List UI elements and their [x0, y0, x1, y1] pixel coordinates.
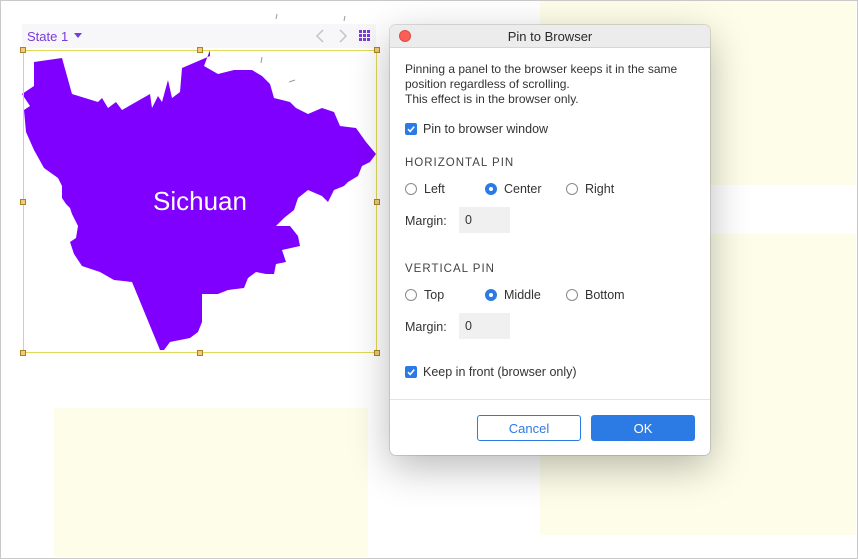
- pin-to-browser-dialog: Pin to Browser Pinning a panel to the br…: [390, 25, 710, 455]
- radio-right[interactable]: Right: [566, 182, 614, 196]
- pin-to-browser-checkbox[interactable]: Pin to browser window: [405, 122, 548, 136]
- background-panel: [540, 455, 856, 535]
- vertical-pin-options: Top Middle Bottom: [405, 288, 625, 302]
- state-dropdown[interactable]: State 1: [27, 29, 83, 44]
- resize-handle[interactable]: [374, 47, 380, 53]
- checkmark-icon[interactable]: [405, 366, 417, 378]
- keep-in-front-checkbox[interactable]: Keep in front (browser only): [405, 365, 577, 379]
- horizontal-margin-label: Margin:: [405, 214, 447, 228]
- radio-label: Top: [424, 288, 445, 302]
- radio-left[interactable]: Left: [405, 182, 485, 196]
- cancel-button[interactable]: Cancel: [477, 415, 581, 441]
- radio-bottom[interactable]: Bottom: [566, 288, 625, 302]
- vertical-margin-input[interactable]: [459, 313, 510, 339]
- grid-icon[interactable]: [359, 30, 370, 41]
- radio-label: Bottom: [585, 288, 625, 302]
- description-line: This effect is in the browser only.: [405, 92, 579, 106]
- background-panel: [54, 408, 368, 557]
- keep-in-front-label: Keep in front (browser only): [423, 365, 577, 379]
- radio-button[interactable]: [485, 289, 497, 301]
- radio-middle[interactable]: Middle: [485, 288, 566, 302]
- radio-button[interactable]: [566, 289, 578, 301]
- resize-handle[interactable]: [20, 199, 26, 205]
- horizontal-pin-heading: HORIZONTAL PIN: [405, 157, 515, 169]
- resize-handle[interactable]: [374, 350, 380, 356]
- radio-label: Middle: [504, 288, 541, 302]
- radio-button[interactable]: [566, 183, 578, 195]
- description-line: Pinning a panel to the browser keeps it …: [405, 62, 678, 76]
- horizontal-margin-input[interactable]: [459, 207, 510, 233]
- resize-handle[interactable]: [197, 47, 203, 53]
- horizontal-pin-options: Left Center Right: [405, 182, 614, 196]
- resize-handle[interactable]: [20, 47, 26, 53]
- dialog-description: Pinning a panel to the browser keeps it …: [405, 62, 705, 107]
- dialog-title: Pin to Browser: [507, 29, 593, 44]
- description-line: position regardless of scrolling.: [405, 77, 570, 91]
- resize-handle[interactable]: [374, 199, 380, 205]
- checkmark-icon[interactable]: [405, 123, 417, 135]
- selection-frame: [23, 50, 377, 353]
- vertical-margin-label: Margin:: [405, 320, 447, 334]
- ok-button[interactable]: OK: [591, 415, 695, 441]
- state-label: State 1: [27, 29, 69, 44]
- radio-button[interactable]: [405, 289, 417, 301]
- radio-button[interactable]: [485, 183, 497, 195]
- resize-handle[interactable]: [20, 350, 26, 356]
- radio-top[interactable]: Top: [405, 288, 485, 302]
- divider: [390, 399, 710, 400]
- radio-label: Right: [585, 182, 615, 196]
- pin-to-browser-label: Pin to browser window: [423, 122, 549, 136]
- radio-label: Left: [424, 182, 445, 196]
- resize-handle[interactable]: [197, 350, 203, 356]
- radio-label: Center: [504, 182, 542, 196]
- vertical-pin-heading: VERTICAL PIN: [405, 263, 495, 275]
- radio-center[interactable]: Center: [485, 182, 566, 196]
- radio-button[interactable]: [405, 183, 417, 195]
- dialog-titlebar: Pin to Browser: [390, 25, 710, 48]
- caret-down-icon: [74, 33, 83, 38]
